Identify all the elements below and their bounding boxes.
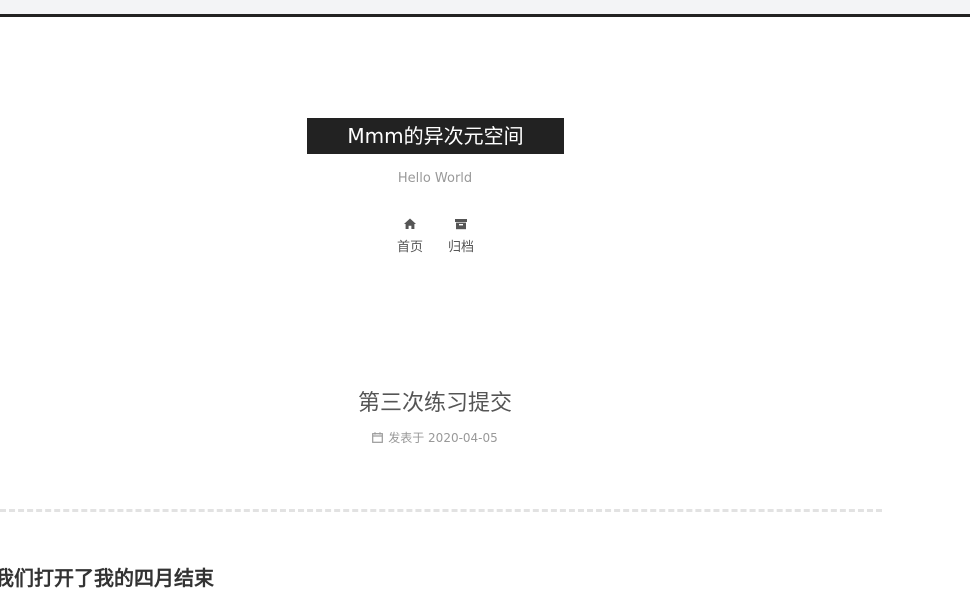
post-meta-label: 发表于 (388, 431, 425, 445)
header-top-border (0, 14, 970, 17)
home-icon (404, 218, 416, 229)
menu-item-home-label: 首页 (396, 240, 423, 255)
post-excerpt-heading: 我们打开了我的四月结束 (0, 566, 214, 590)
calendar-icon (372, 432, 384, 443)
browser-top-strip (0, 0, 970, 14)
menu-item-archives[interactable]: 归档 (441, 217, 481, 256)
site-subtitle: Hello World (397, 171, 473, 186)
post-divider (0, 509, 882, 512)
menu-item-archives-label: 归档 (447, 240, 474, 255)
menu-item-home[interactable]: 首页 (390, 217, 430, 256)
site-title[interactable]: Mmm的异次元空间 (307, 118, 564, 154)
post-title[interactable]: 第三次练习提交 (0, 388, 870, 420)
post-meta: 发表于 2020-04-05 (0, 430, 870, 446)
archive-icon (455, 219, 467, 230)
post-date: 2020-04-05 (428, 431, 498, 445)
